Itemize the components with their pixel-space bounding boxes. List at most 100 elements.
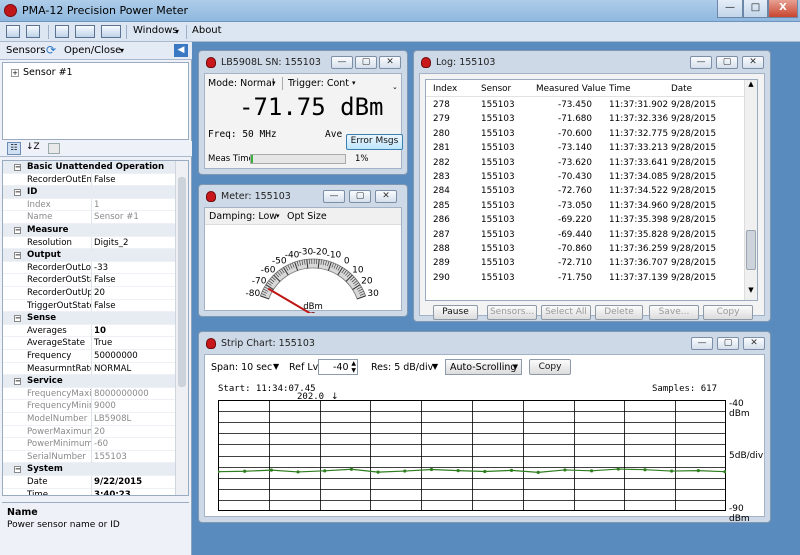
log-titlebar[interactable]: Log: 155103 — ▢ ✕ xyxy=(414,51,770,73)
minimize-button[interactable]: — xyxy=(690,56,712,69)
property-category[interactable]: − Sense xyxy=(3,312,175,325)
property-value[interactable]: 20 xyxy=(94,426,105,439)
collapse-icon[interactable]: − xyxy=(14,378,21,386)
property-row[interactable]: FrequencyMaxim8000000000 xyxy=(3,387,175,401)
damping-dropdown[interactable]: Damping: Low xyxy=(209,211,277,222)
property-category[interactable]: − ID xyxy=(3,186,175,199)
menu-about[interactable]: About xyxy=(192,25,222,36)
scroll-up-icon[interactable]: ▲ xyxy=(745,80,757,94)
property-row[interactable]: Name Sensor #1 xyxy=(3,211,175,224)
property-row[interactable]: TriggerOutState False xyxy=(3,299,175,313)
property-row[interactable]: MeasurmntRate NORMAL xyxy=(3,362,175,376)
maximize-button[interactable]: □ xyxy=(743,0,768,18)
property-value[interactable]: Digits_2 xyxy=(94,237,128,250)
log-row[interactable]: 278 155103 -73.450 11:37:31.902 9/28/2015 xyxy=(426,98,746,112)
collapse-icon[interactable]: − xyxy=(14,466,21,474)
restore-button[interactable]: ▢ xyxy=(355,56,377,69)
property-value[interactable]: 10 xyxy=(94,325,106,338)
span-dropdown[interactable]: Span: 10 sec xyxy=(211,362,272,373)
log-column-header[interactable]: Sensor xyxy=(481,82,511,96)
collapse-icon[interactable]: − xyxy=(14,227,21,234)
scroll-thumb[interactable] xyxy=(746,230,756,270)
property-value[interactable]: 8000000000 xyxy=(94,388,149,401)
property-row[interactable]: PowerMaximum 20 xyxy=(3,425,175,439)
property-category[interactable]: − Measure xyxy=(3,224,175,237)
delete-button[interactable]: Delete xyxy=(595,305,643,320)
property-row[interactable]: RecorderOutEnalFalse xyxy=(3,173,175,187)
minimize-button[interactable]: — xyxy=(691,337,713,350)
tile-horizontal-icon[interactable] xyxy=(26,25,40,38)
log-row[interactable]: 283 155103 -70.430 11:37:34.085 9/28/2015 xyxy=(426,170,746,184)
property-category[interactable]: − Basic Unattended Operation xyxy=(3,161,175,174)
property-value[interactable]: 9000 xyxy=(94,400,116,413)
menu-windows[interactable]: Windows xyxy=(133,25,178,36)
measurement-titlebar[interactable]: LB5908L SN: 155103 — ▢ ✕ xyxy=(199,51,407,73)
minimize-button[interactable]: — xyxy=(323,190,345,203)
property-row[interactable]: FrequencyMinim 9000 xyxy=(3,400,175,413)
mode-dropdown[interactable]: Mode: Normal xyxy=(208,78,274,89)
trigger-dropdown[interactable]: Trigger: Cont xyxy=(288,78,349,89)
property-row[interactable]: SerialNumber 155103 xyxy=(3,450,175,464)
property-row[interactable]: PowerMinimum -60 xyxy=(3,438,175,451)
collapse-icon[interactable]: − xyxy=(14,189,21,197)
close-button[interactable]: X xyxy=(768,0,798,18)
collapse-icon[interactable]: − xyxy=(14,164,21,171)
collapse-icon[interactable]: − xyxy=(14,252,21,260)
property-value[interactable]: 9/22/2015 xyxy=(94,476,142,489)
log-row[interactable]: 284 155103 -72.760 11:37:34.522 9/28/2015 xyxy=(426,184,746,198)
property-row[interactable]: Index 1 xyxy=(3,198,175,212)
log-column-header[interactable]: Index xyxy=(433,82,457,96)
property-category[interactable]: − Output xyxy=(3,249,175,262)
property-value[interactable]: 20 xyxy=(94,287,105,300)
restore-button[interactable]: ▢ xyxy=(349,190,371,203)
close-button[interactable]: ✕ xyxy=(379,56,401,69)
property-value[interactable]: 3:40:23 xyxy=(94,489,131,495)
close-button[interactable]: ✕ xyxy=(743,337,765,350)
property-row[interactable]: Frequency 50000000 xyxy=(3,350,175,363)
cascade-icon[interactable] xyxy=(6,25,20,38)
refresh-icon[interactable]: ⟳ xyxy=(46,43,56,57)
copy-button[interactable]: Copy xyxy=(703,305,753,320)
log-column-header[interactable]: Time xyxy=(609,82,631,96)
error-msgs-button[interactable]: Error Msgs xyxy=(346,134,403,150)
property-value[interactable]: Sensor #1 xyxy=(94,211,139,224)
property-value[interactable]: LB5908L xyxy=(94,413,131,426)
resolution-dropdown[interactable]: Res: 5 dB/div xyxy=(371,362,433,373)
property-row[interactable]: Date 9/22/2015 xyxy=(3,476,175,489)
select-all-button[interactable]: Select All xyxy=(541,305,591,320)
property-row[interactable]: ModelNumber LB5908L xyxy=(3,413,175,426)
minimize-button[interactable]: — xyxy=(331,56,353,69)
close-button[interactable]: ✕ xyxy=(742,56,764,69)
property-value[interactable]: False xyxy=(94,300,116,313)
expand-icon[interactable]: + xyxy=(11,69,19,77)
save-button[interactable]: Save... xyxy=(649,305,699,320)
log-column-header[interactable]: Measured Value xyxy=(536,82,606,96)
pause-button[interactable]: Pause xyxy=(433,305,478,320)
autoscroll-select[interactable]: Auto-Scrolling ▼ xyxy=(445,359,522,375)
property-row[interactable]: Resolution Digits_2 xyxy=(3,236,175,250)
minimize-button[interactable]: — xyxy=(717,0,743,18)
log-row[interactable]: 279 155103 -71.680 11:37:32.336 9/28/2015 xyxy=(426,112,746,126)
log-row[interactable]: 290 155103 -71.750 11:37:37.139 9/28/2015 xyxy=(426,271,746,285)
property-value[interactable]: 1 xyxy=(94,199,99,212)
property-value[interactable]: -33 xyxy=(94,262,108,275)
property-pages-icon[interactable] xyxy=(48,143,60,154)
sort-az-icon[interactable]: ↓Z xyxy=(26,142,40,152)
property-category[interactable]: − Service xyxy=(3,375,175,388)
categorized-icon[interactable]: ☷ xyxy=(7,142,21,155)
sensors-button[interactable]: Sensors... xyxy=(487,305,537,320)
property-row[interactable]: Averages 10 xyxy=(3,324,175,338)
opt-size-button[interactable]: Opt Size xyxy=(287,211,327,222)
property-value[interactable]: 50000000 xyxy=(94,350,138,363)
property-value[interactable]: -60 xyxy=(94,438,108,451)
log-row[interactable]: 286 155103 -69.220 11:37:35.398 9/28/2015 xyxy=(426,213,746,227)
close-button[interactable]: ✕ xyxy=(375,190,397,203)
scroll-down-icon[interactable]: ▼ xyxy=(745,286,757,300)
property-row[interactable]: AverageState True xyxy=(3,337,175,350)
log-row[interactable]: 281 155103 -73.140 11:37:33.213 9/28/2015 xyxy=(426,141,746,155)
property-row[interactable]: Time 3:40:23 xyxy=(3,488,175,495)
property-row[interactable]: RecorderOutStat False xyxy=(3,274,175,287)
property-value[interactable]: False xyxy=(94,274,116,287)
tree-item-sensor[interactable]: Sensor #1 xyxy=(23,67,73,78)
open-close-menu[interactable]: Open/Close xyxy=(64,45,121,56)
